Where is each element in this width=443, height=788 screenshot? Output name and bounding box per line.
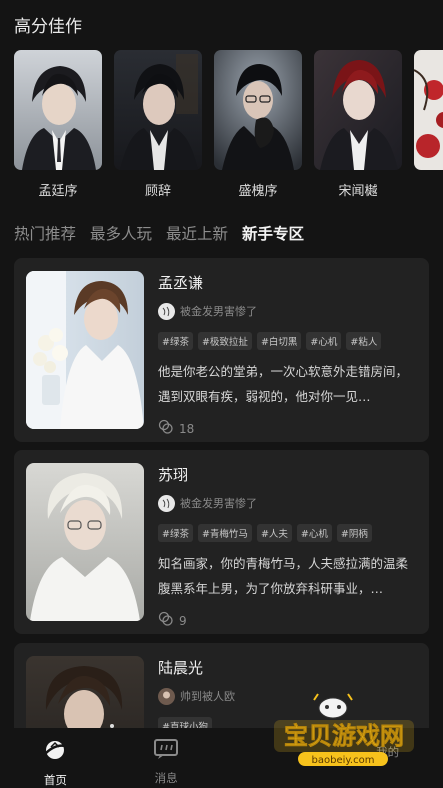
author-name: 被金发男害惨了 bbox=[180, 305, 257, 318]
tab-beginner[interactable]: 新手专区 bbox=[242, 222, 304, 244]
featured-item[interactable]: 盛槐序 bbox=[214, 50, 302, 200]
author-avatar bbox=[158, 494, 175, 512]
featured-portrait bbox=[114, 50, 202, 170]
nav-home[interactable]: 首页 bbox=[0, 728, 110, 788]
author-avatar bbox=[158, 687, 175, 705]
featured-name: 顾辞 bbox=[144, 184, 171, 199]
author-avatar bbox=[158, 302, 175, 320]
watermark-text: 宝贝游戏网 bbox=[284, 722, 404, 750]
featured-name: 盛槐序 bbox=[238, 184, 278, 199]
character-card[interactable]: 孟丞谦 被金发男害惨了 #绿茶 #极致拉扯 #白切黑 #心机 #粘人 他是你老公… bbox=[14, 258, 429, 442]
chat-icon bbox=[158, 611, 173, 630]
character-name: 苏珝 bbox=[158, 466, 189, 484]
character-description: 他是你老公的堂弟，一次心软意外走错房间，遇到双眼有疾，弱视的，他对你一见… bbox=[158, 364, 409, 404]
featured-portrait bbox=[14, 50, 102, 170]
tag: #粘人 bbox=[346, 332, 382, 350]
featured-item[interactable]: 顾辞 bbox=[114, 50, 202, 200]
character-name: 孟丞谦 bbox=[158, 274, 204, 292]
category-tabs: 热门推荐 最多人玩 最近上新 新手专区 bbox=[14, 222, 304, 244]
character-portrait bbox=[26, 271, 144, 429]
character-card[interactable]: 苏珝 被金发男害惨了 #绿茶 #青梅竹马 #人夫 #心机 #阴柄 知名画家，你的… bbox=[14, 450, 429, 634]
nav-messages[interactable]: 消息 bbox=[111, 728, 221, 786]
featured-item[interactable]: 孟廷序 bbox=[14, 50, 102, 200]
tab-newest[interactable]: 最近上新 bbox=[166, 222, 228, 244]
nav-label: 消息 bbox=[154, 771, 178, 785]
tag: #绿茶 bbox=[158, 524, 193, 542]
tag-list: #绿茶 #青梅竹马 #人夫 #心机 #阴柄 bbox=[158, 524, 418, 542]
watermark-logo: 宝贝游戏网 baobeiy.com bbox=[268, 690, 418, 770]
tab-most-played[interactable]: 最多人玩 bbox=[90, 222, 152, 244]
author-row[interactable]: 被金发男害惨了 bbox=[158, 494, 418, 512]
author-row[interactable]: 被金发男害惨了 bbox=[158, 302, 418, 320]
featured-portrait bbox=[414, 50, 443, 170]
watermark-url: baobeiy.com bbox=[312, 755, 375, 766]
author-name: 帅到被人欧 bbox=[180, 690, 235, 703]
tag: #青梅竹马 bbox=[197, 524, 252, 542]
home-icon bbox=[43, 738, 67, 766]
chat-count: 18 bbox=[179, 421, 195, 436]
tag: #心机 bbox=[306, 332, 342, 350]
character-name: 陆晨光 bbox=[158, 659, 204, 677]
tab-hot[interactable]: 热门推荐 bbox=[14, 222, 76, 244]
tag: #绿茶 bbox=[158, 332, 193, 350]
section-title: 高分佳作 bbox=[14, 17, 82, 37]
tag: #阴柄 bbox=[336, 524, 372, 542]
message-icon bbox=[153, 738, 179, 764]
featured-name: 宋闻樾 bbox=[338, 184, 378, 199]
featured-name: 孟廷序 bbox=[38, 184, 78, 199]
featured-item[interactable]: 宋闻樾 bbox=[314, 50, 402, 200]
character-portrait bbox=[26, 463, 144, 621]
featured-item[interactable] bbox=[414, 50, 443, 200]
tag: #人夫 bbox=[256, 524, 292, 542]
character-description: 知名画家，你的青梅竹马，人夫感拉满的温柔腹黑系年上男，为了你放弃科研事业，… bbox=[158, 556, 409, 596]
tag-list: #绿茶 #极致拉扯 #白切黑 #心机 #粘人 bbox=[158, 332, 418, 350]
chat-icon bbox=[158, 419, 173, 438]
tag: #极致拉扯 bbox=[197, 332, 252, 350]
chat-count: 9 bbox=[179, 613, 187, 628]
author-name: 被金发男害惨了 bbox=[180, 497, 257, 510]
tag: #心机 bbox=[296, 524, 332, 542]
featured-portrait bbox=[314, 50, 402, 170]
chat-stats: 18 bbox=[158, 419, 418, 438]
tag: #白切黑 bbox=[256, 332, 302, 350]
featured-carousel[interactable]: 孟廷序 顾辞 盛槐序 宋闻樾 bbox=[14, 50, 443, 200]
nav-label: 首页 bbox=[43, 773, 67, 787]
chat-stats: 9 bbox=[158, 611, 418, 630]
featured-portrait bbox=[214, 50, 302, 170]
